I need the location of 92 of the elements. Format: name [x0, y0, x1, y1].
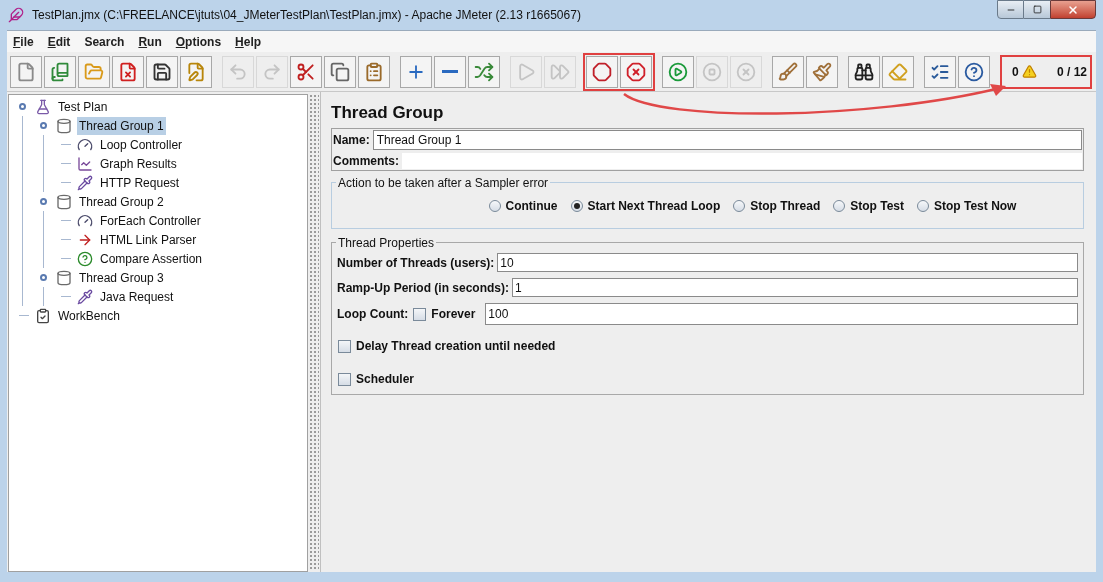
tree-item[interactable]: WorkBench	[56, 306, 122, 325]
checkbox-label: Scheduler	[356, 371, 415, 388]
stop-sign-icon	[592, 61, 612, 82]
close-button[interactable]	[1050, 0, 1096, 19]
menu-item[interactable]: File	[13, 32, 34, 51]
redo-icon	[262, 61, 282, 82]
thread-count: 0 / 12	[1056, 63, 1087, 81]
checkbox[interactable]	[338, 372, 351, 386]
loop-count-field[interactable]: 100	[485, 303, 1078, 325]
toggle-icon	[474, 61, 494, 82]
maximize-icon	[1032, 5, 1042, 14]
feather-logo-icon	[8, 7, 24, 23]
scissors-icon	[296, 61, 316, 82]
clipboard-icon	[364, 61, 384, 82]
toolbar-button[interactable]	[848, 55, 880, 88]
comments-field[interactable]	[402, 152, 1082, 169]
remote-play-icon	[668, 61, 688, 82]
document-icon	[16, 61, 36, 82]
checkbox-label: Forever	[431, 306, 476, 323]
tree-item[interactable]: Graph Results	[98, 154, 179, 173]
radio-label: Stop Test Now	[934, 197, 1017, 215]
copy-icon	[330, 61, 350, 82]
toolbar-button[interactable]	[924, 55, 956, 88]
pipette-icon	[77, 288, 93, 305]
expand-handle-icon[interactable]	[19, 103, 26, 110]
expand-handle-icon[interactable]	[40, 122, 47, 129]
flask-icon	[35, 98, 51, 115]
tree-item[interactable]: Thread Group 3	[77, 268, 166, 287]
binoculars-icon	[854, 61, 874, 82]
minus-icon	[442, 70, 458, 73]
menu-item[interactable]: Help	[235, 32, 262, 51]
remote-x-icon	[736, 61, 756, 82]
checkbox[interactable]	[413, 307, 427, 321]
pipette-icon	[77, 174, 93, 191]
warning-icon	[1021, 64, 1037, 79]
tree-item[interactable]: Loop Controller	[98, 135, 185, 154]
threads-field[interactable]: 10	[497, 253, 1078, 272]
panel-title: Thread Group	[331, 102, 444, 124]
tree-item[interactable]: HTML Link Parser	[98, 230, 199, 249]
expand-handle-icon[interactable]	[40, 274, 47, 281]
remote-stop-icon	[702, 61, 722, 82]
error-count: 0	[1012, 63, 1019, 81]
field-label: Number of Threads (users):	[337, 254, 495, 272]
ramp-up-field[interactable]: 1	[512, 278, 1078, 297]
tree-item[interactable]: Thread Group 1	[77, 116, 166, 135]
radio-label: Start Next Thread Loop	[587, 197, 721, 215]
books-icon	[50, 61, 70, 82]
help-icon	[964, 61, 984, 82]
octagon-x-icon	[626, 61, 646, 82]
tree-item[interactable]: Thread Group 2	[77, 192, 166, 211]
radio-button[interactable]	[833, 199, 846, 212]
undo-icon	[228, 61, 248, 82]
radio-label: Stop Thread	[750, 197, 821, 215]
field-label: Loop Count:	[337, 306, 409, 323]
maximize-button[interactable]	[1024, 0, 1050, 19]
tree-item[interactable]: Compare Assertion	[98, 249, 205, 268]
field-label: Name:	[333, 132, 370, 149]
dial-icon	[77, 212, 93, 229]
minimize-button[interactable]	[997, 0, 1024, 19]
expand-handle-icon[interactable]	[40, 198, 47, 205]
fast-forward-icon	[550, 61, 570, 82]
document-x-icon	[118, 61, 138, 82]
tree-item[interactable]: HTTP Request	[98, 173, 182, 192]
field-label: Comments:	[333, 152, 399, 170]
radio-button[interactable]	[488, 199, 501, 212]
save-icon	[152, 61, 172, 82]
splitter-handle[interactable]	[309, 94, 319, 570]
menu-item[interactable]: Options	[175, 32, 222, 51]
radio-button[interactable]	[570, 199, 583, 212]
checkbox[interactable]	[338, 339, 351, 353]
name-field[interactable]: Thread Group 1	[372, 130, 1082, 150]
play-icon	[516, 61, 536, 82]
toolbar-button[interactable]	[958, 55, 990, 88]
radio-button[interactable]	[733, 199, 746, 212]
graph-icon	[77, 155, 93, 172]
question-icon	[77, 250, 93, 267]
tree-item[interactable]: ForEach Controller	[98, 211, 203, 230]
radio-label: Stop Test	[850, 197, 904, 215]
menu-item[interactable]: Edit	[47, 32, 71, 51]
toolbar-button[interactable]	[146, 55, 178, 88]
window-title: TestPlan.jmx (C:\FREELANCE\jtuts\04_JMeterTestPlan\TestPlan.jmx) - Apache JMeter (2.13 r1665067)	[32, 7, 581, 24]
radio-label: Continue	[505, 197, 558, 215]
close-icon	[1067, 3, 1079, 16]
checkbox-label: Delay Thread creation until needed	[356, 338, 556, 355]
radio-button[interactable]	[917, 199, 929, 212]
menu-item[interactable]: Run	[138, 32, 162, 51]
folder-icon	[84, 61, 104, 82]
tree-item[interactable]: Test Plan	[56, 97, 110, 116]
menu-item[interactable]: Search	[84, 32, 125, 51]
dial-icon	[77, 136, 93, 153]
field-label: Ramp-Up Period (in seconds):	[337, 279, 509, 297]
tree-item[interactable]: Java Request	[98, 287, 176, 306]
